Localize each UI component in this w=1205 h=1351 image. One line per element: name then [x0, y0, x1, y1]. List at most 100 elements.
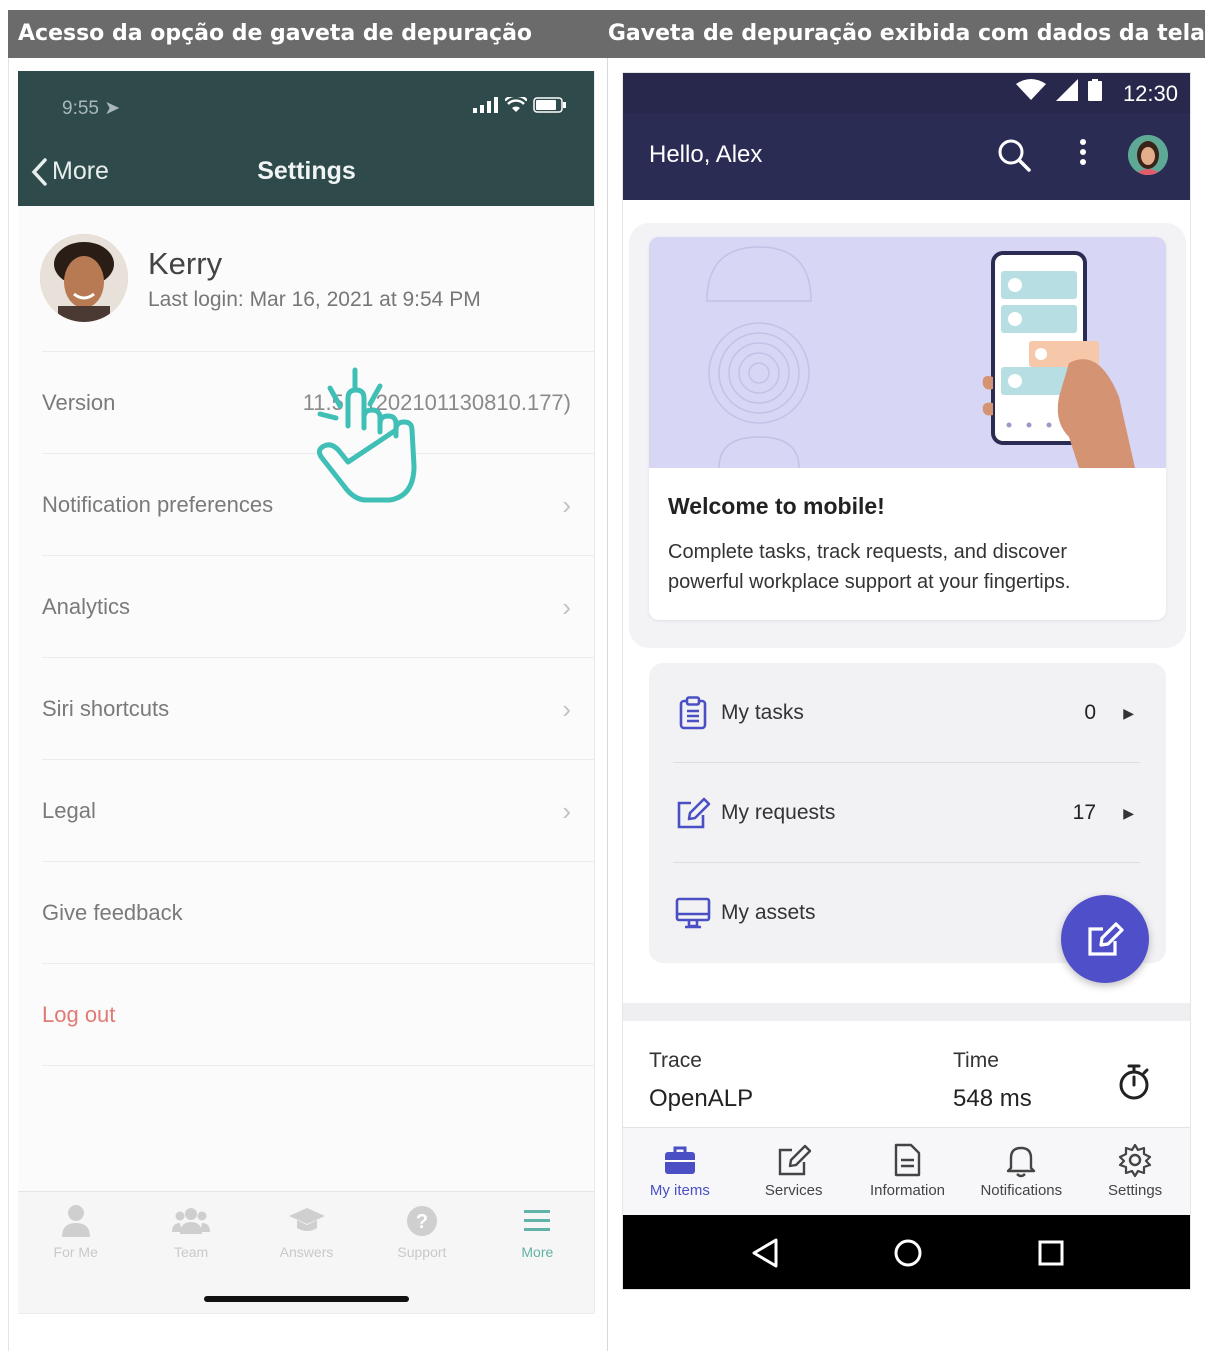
welcome-card[interactable]: Welcome to mobile! Complete tasks, track… [649, 237, 1166, 620]
tab-label: Team [173, 1244, 209, 1260]
back-triangle-icon[interactable] [750, 1237, 780, 1269]
tab-label: More [521, 1244, 554, 1260]
signal-icon [1055, 79, 1078, 101]
tab-more[interactable]: More [480, 1192, 594, 1313]
row-divider [42, 1065, 594, 1066]
person-icon [61, 1205, 90, 1237]
nav-my-items[interactable]: My items [623, 1128, 737, 1215]
bottom-navigation: My items Services Information Notificati… [623, 1127, 1190, 1215]
welcome-title: Welcome to mobile! [668, 493, 885, 519]
list-item-my-requests[interactable]: My requests 17 ▶ [673, 763, 1140, 863]
greeting: Hello, Alex [649, 141, 763, 168]
monitor-icon [673, 893, 713, 933]
last-login: Last login: Mar 16, 2021 at 9:54 PM [148, 288, 481, 311]
trace-label: Trace [649, 1049, 702, 1072]
tab-for-me[interactable]: For Me [18, 1192, 133, 1313]
item-label: My assets [721, 901, 816, 924]
settings-row-analytics[interactable]: Analytics › [42, 555, 594, 657]
document-icon [895, 1143, 921, 1177]
tab-label: For Me [53, 1244, 98, 1260]
android-home-screen: 12:30 Hello, Alex Welcome to mobile! Com… [622, 72, 1191, 1290]
settings-row-siri-shortcuts[interactable]: Siri shortcuts › [42, 657, 594, 759]
android-status-bar: 12:30 [623, 73, 1190, 113]
welcome-description: Complete tasks, track requests, and disc… [668, 541, 1071, 593]
ios-status-time: 9:55 ➤ [62, 98, 121, 119]
left-frame-line [8, 58, 9, 1351]
list-item-my-tasks[interactable]: My tasks 0 ▶ [673, 663, 1140, 763]
ios-navigation-bar: 9:55 ➤ More Settings [18, 71, 594, 206]
tab-label: Answers [279, 1244, 334, 1260]
tap-hand-icon [316, 367, 417, 503]
edit-icon [673, 793, 713, 833]
welcome-illustration [649, 237, 1166, 469]
stopwatch-button[interactable] [1117, 1063, 1151, 1106]
trace-value: OpenALP [649, 1085, 754, 1112]
menu-icon [524, 1210, 551, 1231]
nav-label: Settings [1107, 1182, 1163, 1199]
item-label: My requests [721, 801, 836, 824]
search-icon [998, 139, 1031, 172]
page-title: Settings [257, 157, 356, 185]
version-label: Version [42, 389, 116, 415]
row-label: Analytics [42, 593, 131, 619]
more-vert-icon [1080, 139, 1086, 165]
team-icon [172, 1208, 211, 1234]
wifi-icon [505, 97, 527, 112]
nav-notifications[interactable]: Notifications [964, 1128, 1078, 1215]
android-status-time: 12:30 [1122, 81, 1178, 106]
right-caption: Gaveta de depuração exibida com dados da… [607, 21, 1205, 46]
briefcase-icon [664, 1146, 695, 1174]
row-label: Legal [42, 797, 96, 823]
edit-icon [1088, 922, 1124, 956]
settings-row-legal[interactable]: Legal › [42, 759, 594, 861]
settings-row-give-feedback[interactable]: Give feedback [42, 861, 594, 963]
section-gap [623, 1003, 1190, 1021]
home-circle-icon[interactable] [893, 1238, 923, 1268]
item-label: My tasks [721, 701, 804, 724]
search-button[interactable] [996, 137, 1032, 178]
chevron-right-icon: › [562, 592, 571, 622]
time-value: 548 ms [953, 1085, 1032, 1112]
row-label: Give feedback [42, 899, 183, 925]
profile-name: Kerry [148, 246, 223, 281]
clipboard-icon [673, 693, 713, 733]
log-out-button[interactable]: Log out [42, 963, 594, 1065]
android-system-nav [623, 1215, 1190, 1289]
overflow-menu-button[interactable] [1078, 137, 1088, 167]
help-icon: ? [406, 1206, 437, 1236]
compose-fab[interactable] [1061, 895, 1149, 983]
battery-icon [533, 97, 566, 113]
profile-section[interactable]: Kerry Last login: Mar 16, 2021 at 9:54 P… [18, 206, 594, 352]
wifi-icon [1015, 79, 1046, 100]
chevron-right-icon: › [562, 694, 571, 724]
nav-services[interactable]: Services [737, 1128, 851, 1215]
caret-right-icon: ▶ [1123, 704, 1134, 721]
debug-drawer: Trace OpenALP Time 548 ms [623, 1021, 1190, 1127]
edit-icon [778, 1144, 811, 1176]
time-label: Time [953, 1049, 999, 1072]
comparison-header: Acesso da opção de gaveta de depuração G… [8, 10, 1205, 58]
caret-right-icon: ▶ [1123, 804, 1134, 821]
nav-label: Notifications [980, 1182, 1063, 1199]
nav-label: Services [764, 1182, 823, 1199]
android-status-icons [1015, 79, 1102, 107]
nav-settings[interactable]: Settings [1078, 1128, 1190, 1215]
nav-information[interactable]: Information [851, 1128, 965, 1215]
ios-settings-screen: 9:55 ➤ More Settings Kerry Last login: M… [18, 71, 595, 1314]
graduation-cap-icon [288, 1208, 325, 1231]
panel-divider [607, 58, 608, 1351]
svg-text:?: ? [416, 1211, 428, 1233]
left-caption: Acesso da opção de gaveta de depuração [18, 21, 533, 46]
home-indicator [204, 1296, 409, 1302]
avatar[interactable] [1128, 135, 1168, 175]
chevron-right-icon: › [562, 490, 571, 520]
nav-label: My items [649, 1182, 710, 1199]
row-label: Notification preferences [42, 491, 274, 517]
item-count: 17 [1072, 801, 1096, 824]
nav-label: Information [869, 1182, 946, 1199]
signal-icon [473, 97, 498, 113]
row-label: Siri shortcuts [42, 695, 170, 721]
recents-square-icon[interactable] [1037, 1239, 1065, 1267]
tab-label: Support [397, 1244, 447, 1260]
stopwatch-icon [1119, 1064, 1149, 1100]
